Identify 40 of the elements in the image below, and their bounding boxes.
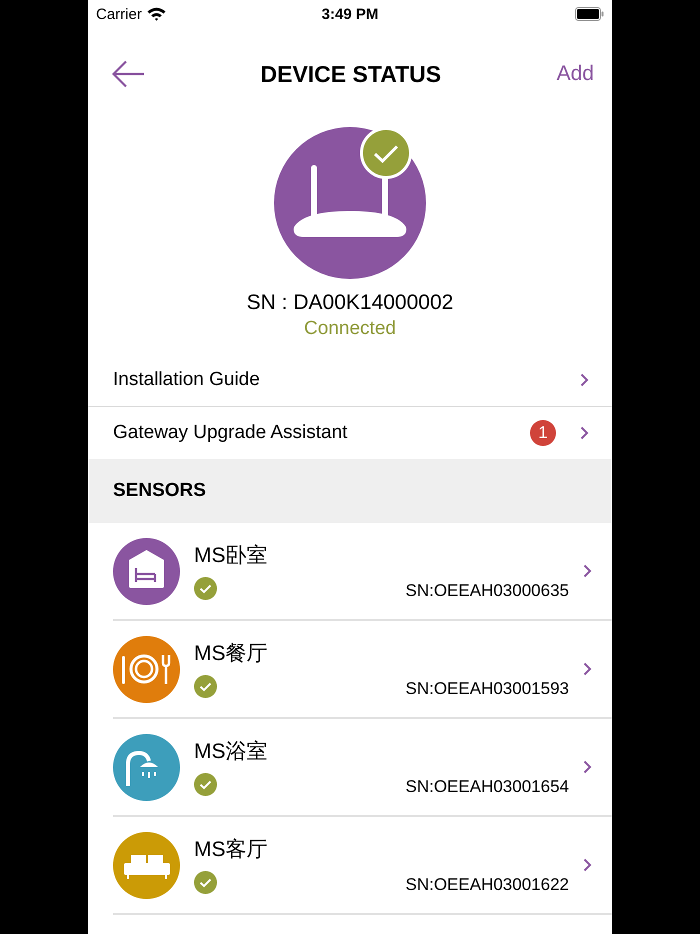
sensor-row[interactable]: MS浴室 SN:OEEAH03001654 xyxy=(113,719,612,817)
check-icon xyxy=(194,870,217,894)
count-badge: 1 xyxy=(530,420,556,446)
sensor-row[interactable]: MS卧室 SN:OEEAH03000635 xyxy=(113,523,612,621)
check-icon xyxy=(194,772,217,796)
chevron-icon xyxy=(583,662,592,676)
sensor-name: MS浴室 xyxy=(194,739,268,765)
check-icon xyxy=(194,576,217,600)
sensor-serial: SN:OEEAH03001622 xyxy=(406,874,569,895)
section-header: SENSORS xyxy=(88,459,612,523)
sensor-serial: SN:OEEAH03001593 xyxy=(406,678,569,699)
bed-icon xyxy=(113,538,180,604)
sensor-serial: SN:OEEAH03000635 xyxy=(406,580,569,601)
page-title: DEVICE STATUS xyxy=(260,60,442,88)
sensor-serial: SN:OEEAH03001654 xyxy=(406,776,569,797)
sensor-name: MS客厅 xyxy=(194,837,268,863)
chevron-icon xyxy=(583,858,592,872)
carrier-label: Carrier xyxy=(96,6,142,22)
sensor-row[interactable]: MS餐厅 SN:OEEAH03001593 xyxy=(113,621,612,719)
shower-icon xyxy=(113,734,180,800)
check-icon xyxy=(194,674,217,698)
chevron-icon xyxy=(583,564,592,578)
sensor-name: MS卧室 xyxy=(194,543,268,569)
clock-time: 3:49 PM xyxy=(322,6,378,22)
serial-number: SN : DA00K14000002 xyxy=(246,291,454,315)
sofa-icon xyxy=(113,832,180,898)
chevron-icon xyxy=(583,760,592,774)
battery-icon xyxy=(575,7,604,21)
wifi-icon xyxy=(146,7,166,21)
sensor-row[interactable]: MS客厅 SN:OEEAH03001622 xyxy=(113,817,612,915)
chevron-icon xyxy=(580,426,589,440)
menu-item[interactable]: Installation Guide xyxy=(88,354,612,407)
back-arrow-icon xyxy=(112,60,145,88)
plate-icon xyxy=(113,636,180,702)
connection-status: Connected xyxy=(304,318,396,340)
chevron-icon xyxy=(580,373,589,387)
back-button[interactable] xyxy=(112,60,145,88)
menu-item[interactable]: Gateway Upgrade Assistant 1 xyxy=(88,407,612,459)
sensor-name: MS餐厅 xyxy=(194,641,268,667)
add-button[interactable]: Add xyxy=(556,62,594,86)
